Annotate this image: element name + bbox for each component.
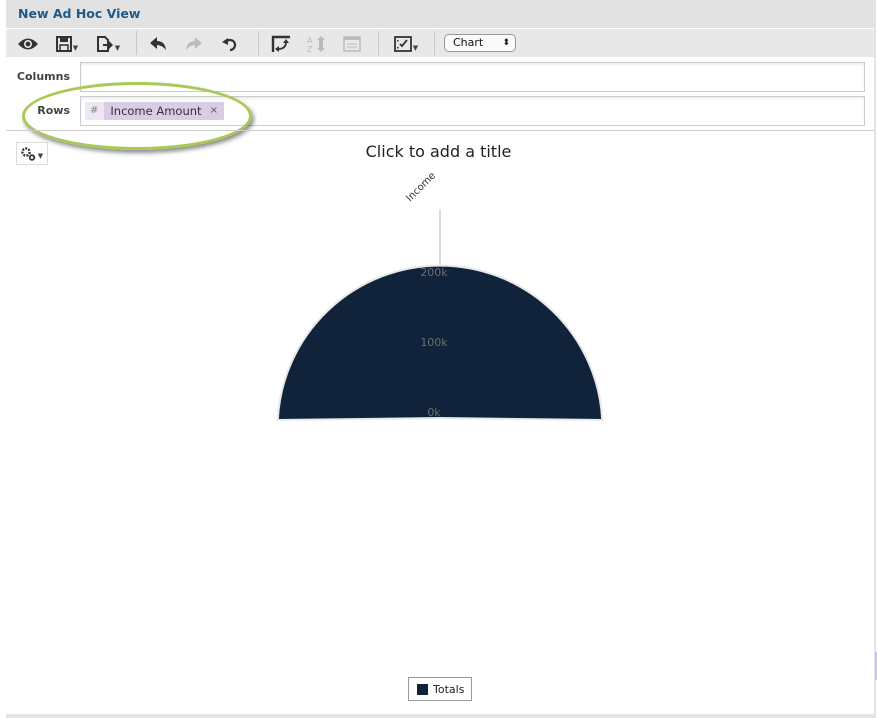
redo-button[interactable] — [182, 33, 206, 55]
undo-icon — [150, 37, 166, 50]
chart-title[interactable]: Click to add a title — [0, 142, 877, 161]
save-icon — [55, 36, 72, 52]
chevron-down-icon: ▼ — [412, 44, 419, 52]
select-arrows-icon: ⬍ — [502, 38, 510, 48]
chart-legend[interactable]: Totals — [408, 677, 472, 701]
save-button[interactable]: ▼ — [52, 33, 82, 55]
radial-tick-label: 0k — [427, 406, 441, 419]
legend-swatch — [417, 683, 428, 695]
section-divider — [6, 130, 874, 131]
svg-text:A: A — [307, 36, 313, 45]
radial-tick-label: 200k — [420, 266, 448, 279]
toolbar-divider — [258, 31, 259, 55]
undo-all-button[interactable] — [218, 33, 242, 55]
row-field-pill[interactable]: # Income Amount × — [85, 102, 224, 120]
rows-label: Rows — [37, 104, 70, 117]
chart-options-button[interactable]: ▼ — [390, 33, 422, 55]
sort-button[interactable]: AZ — [304, 33, 330, 55]
remove-field-icon[interactable]: × — [205, 102, 224, 120]
legend-label: Totals — [433, 682, 465, 696]
polar-chart: 0k 100k 200k Income — [276, 170, 604, 421]
toolbar-divider — [136, 31, 137, 55]
checklist-icon — [393, 36, 412, 52]
chevron-down-icon: ▼ — [114, 44, 121, 52]
title-bar: New Ad Hoc View — [6, 0, 874, 29]
switch-axes-button[interactable] — [268, 33, 294, 55]
view-type-select[interactable]: Chart ⬍ — [444, 34, 516, 52]
view-type-value: Chart — [453, 36, 484, 49]
display-mode-button[interactable] — [14, 33, 42, 55]
view-title: New Ad Hoc View — [18, 6, 141, 21]
numeric-field-icon: # — [85, 102, 105, 120]
vertical-scrollbar[interactable] — [874, 0, 876, 718]
eye-icon — [18, 38, 38, 50]
chevron-down-icon: ▼ — [72, 44, 79, 52]
toolbar-divider — [434, 31, 435, 55]
toolbar-divider — [378, 31, 379, 55]
category-label: Income — [404, 170, 438, 204]
export-button[interactable]: ▼ — [92, 33, 124, 55]
columns-drop-zone[interactable] — [80, 62, 865, 92]
sort-az-icon: AZ — [307, 36, 325, 53]
export-icon — [96, 36, 113, 52]
svg-text:Z: Z — [307, 45, 313, 53]
list-icon — [343, 36, 361, 52]
row-field-label: Income Amount — [104, 102, 206, 120]
toolbar: ▼ ▼ AZ ▼ Chart ⬍ — [6, 29, 874, 57]
undo-button[interactable] — [146, 33, 170, 55]
pivot-icon — [271, 35, 290, 52]
undo-all-icon — [222, 38, 237, 52]
columns-label: Columns — [16, 70, 70, 83]
input-controls-button[interactable] — [340, 33, 364, 55]
radial-tick-label: 100k — [420, 336, 448, 349]
redo-icon — [186, 37, 202, 50]
horizontal-scrollbar[interactable] — [6, 714, 874, 718]
rows-drop-zone[interactable]: # Income Amount × — [80, 96, 865, 126]
